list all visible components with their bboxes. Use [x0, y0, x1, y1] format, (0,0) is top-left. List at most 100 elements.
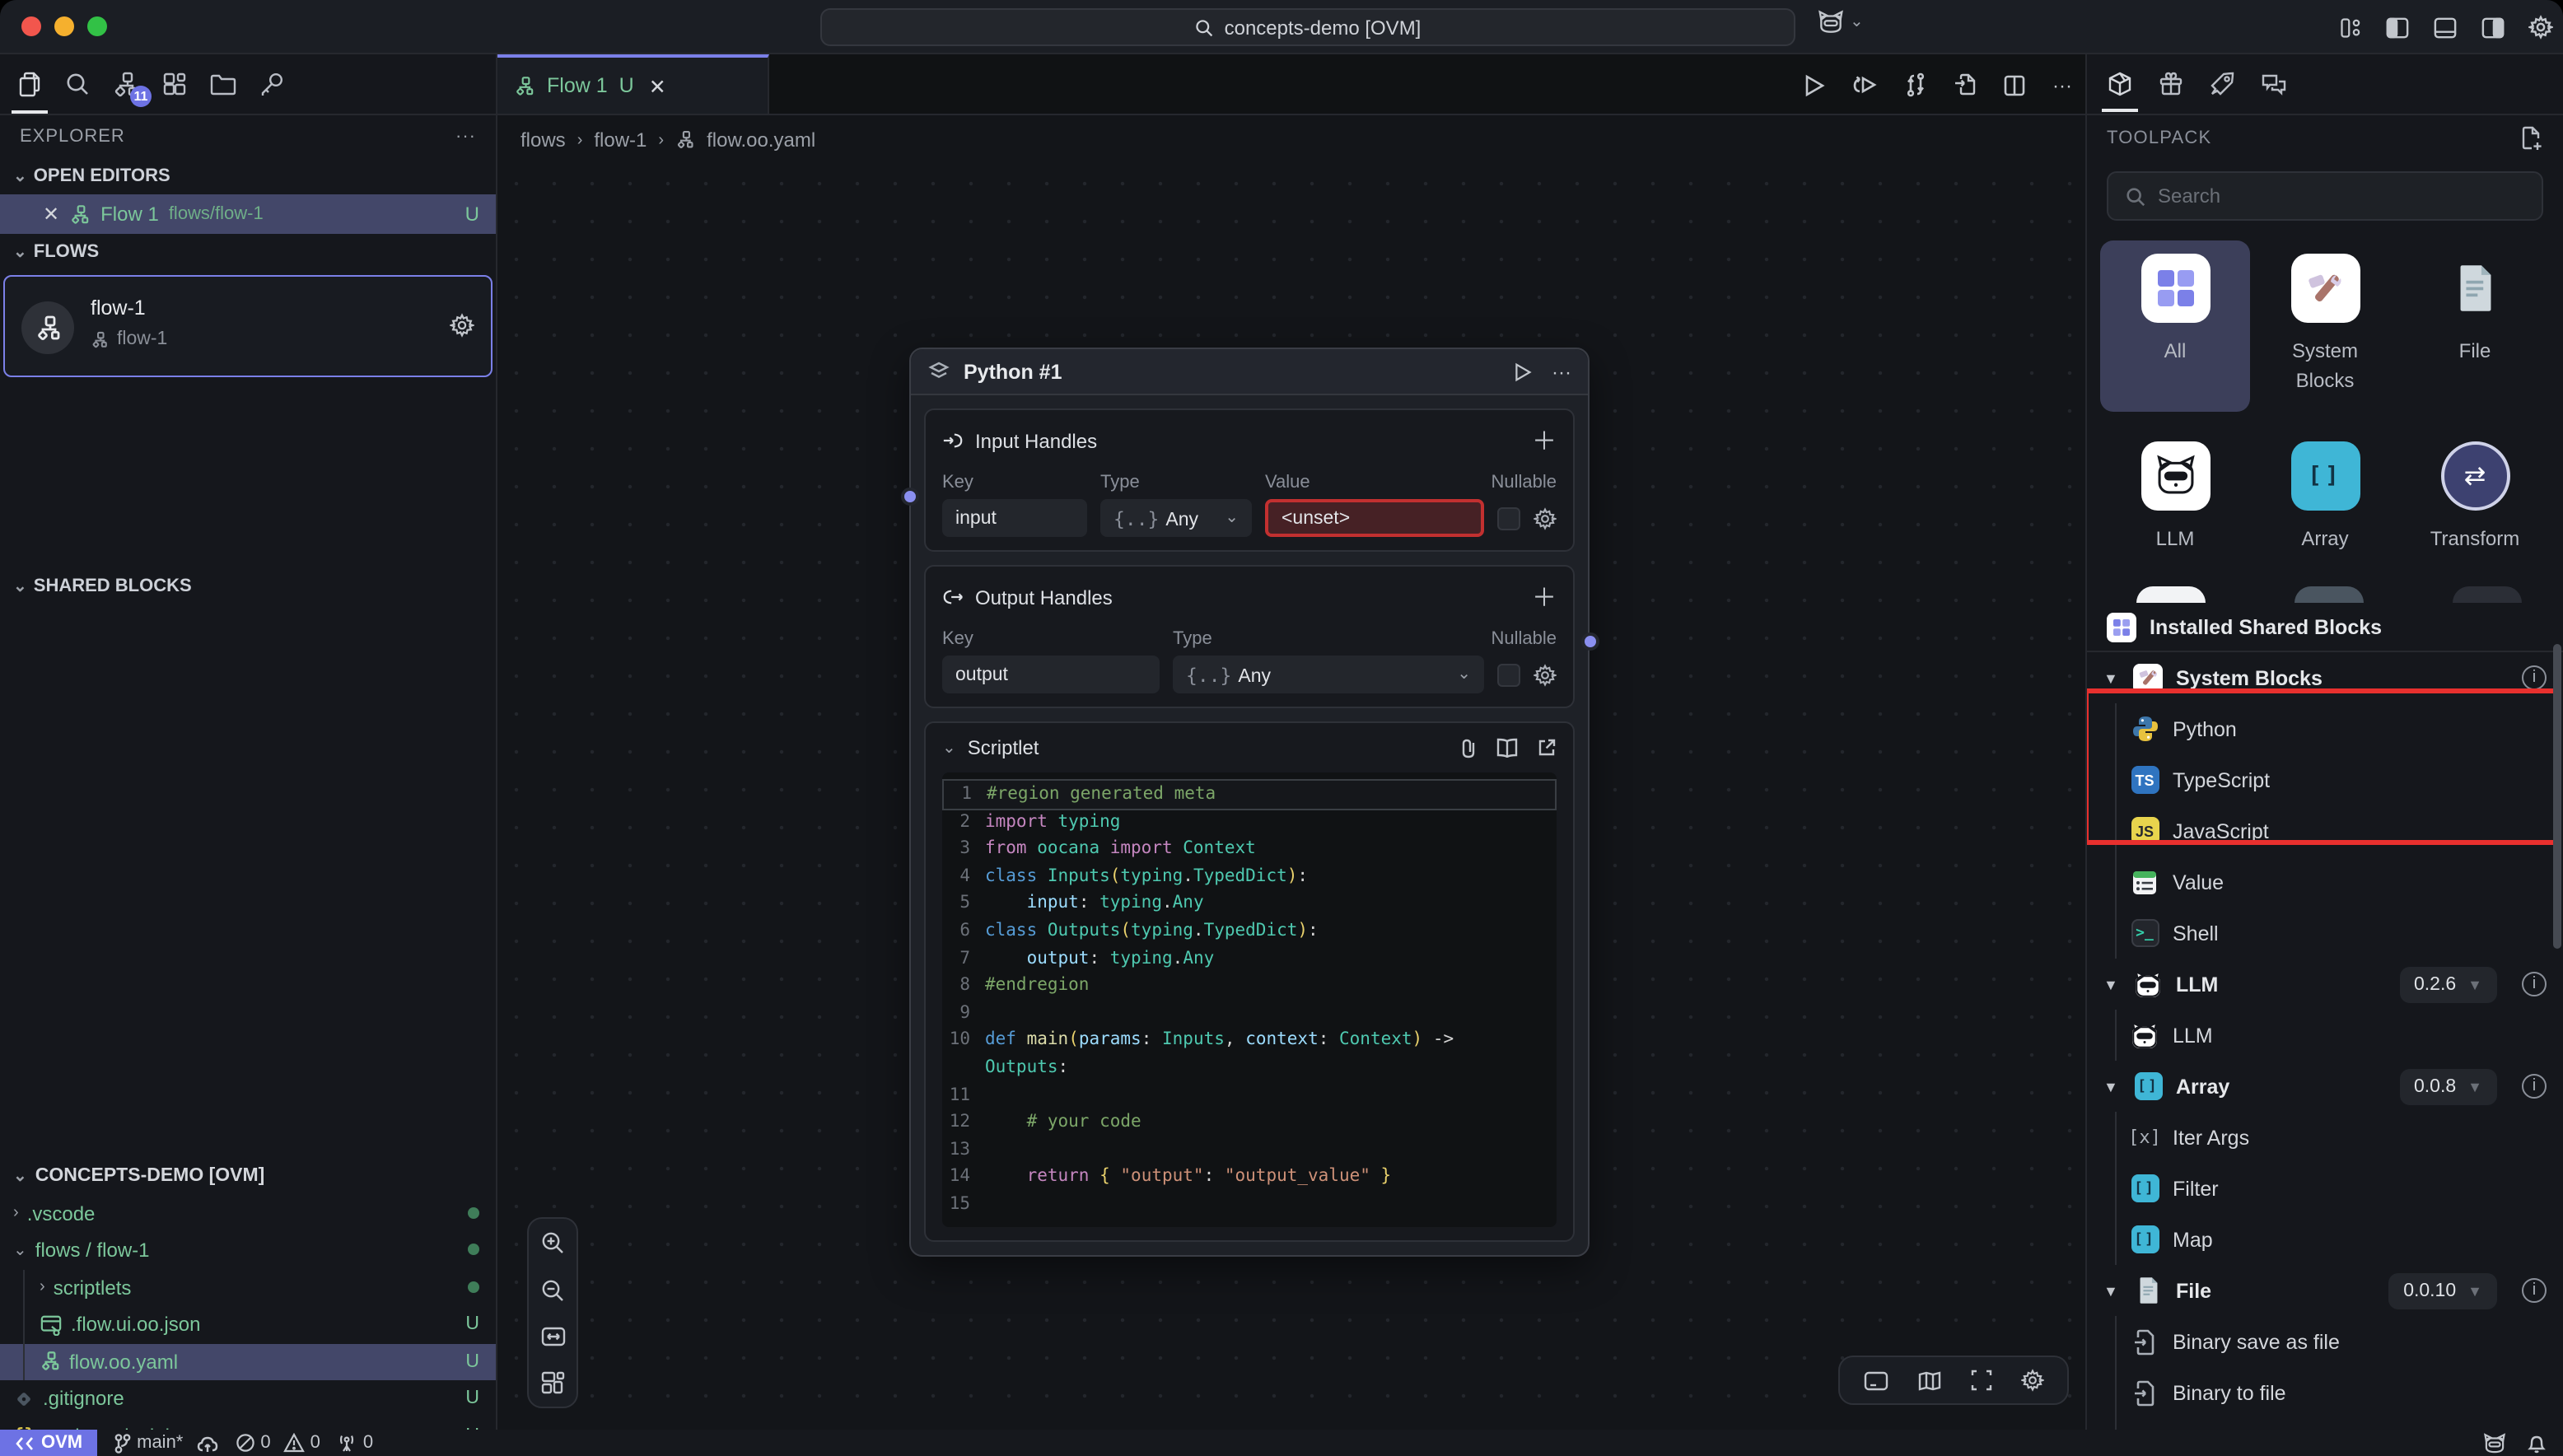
python-node[interactable]: Python #1 ··· Input Handles ＋ Key Type [909, 348, 1590, 1256]
open-editor-row[interactable]: ✕ Flow 1 flows/flow-1 U [0, 194, 496, 234]
version-select[interactable]: 0.0.8▼ [2399, 1068, 2497, 1104]
flow-card-gear-icon[interactable] [450, 313, 474, 338]
block-group-system-blocks[interactable]: ▼System Blocksi [2087, 652, 2563, 703]
folder-view-icon[interactable] [209, 72, 237, 96]
block-item-filter[interactable]: []Filter [2087, 1163, 2563, 1214]
breadcrumb-item[interactable]: flows [521, 128, 566, 152]
fit-view-icon[interactable] [1970, 1369, 1993, 1392]
code-line-6[interactable]: 6class Outputs(typing.TypedDict): [942, 917, 1557, 945]
editor-more-icon[interactable]: ··· [2052, 73, 2072, 96]
code-line-14[interactable]: 14 return { "output": "output_value" } [942, 1164, 1557, 1191]
input-type-select[interactable]: {..}Any⌄ [1100, 499, 1252, 537]
code-line-13[interactable]: 13 [942, 1136, 1557, 1163]
assistant-menu-button[interactable]: ⌄ [1817, 10, 1864, 35]
code-line-3[interactable]: 3from oocana import Context [942, 835, 1557, 862]
keys-view-icon[interactable] [259, 71, 285, 97]
canvas-settings-gear-icon[interactable] [2021, 1369, 2044, 1392]
zoom-out-icon[interactable] [540, 1278, 565, 1303]
flow-card[interactable]: flow-1 flow-1 [3, 275, 493, 377]
tree-item-flow-oo-yaml[interactable]: flow.oo.yamlU [0, 1343, 496, 1380]
output-nullable-checkbox[interactable] [1497, 663, 1520, 686]
tab-flow-1[interactable]: Flow 1 U ✕ [497, 54, 769, 114]
block-group-llm[interactable]: ▼LLM0.2.6▼i [2087, 959, 2563, 1010]
toggle-left-sidebar-icon[interactable] [2385, 16, 2410, 39]
category-llm[interactable]: LLM [2100, 428, 2250, 570]
zoom-window-button[interactable] [87, 16, 107, 36]
add-input-handle-icon[interactable]: ＋ [1532, 423, 1557, 458]
code-line-10[interactable]: 10def main(params: Inputs, context: Cont… [942, 1027, 1557, 1081]
close-window-button[interactable] [21, 16, 41, 36]
open-external-icon[interactable] [1537, 737, 1557, 758]
tree-item-scriptlets[interactable]: ›scriptlets [0, 1269, 496, 1306]
toggle-bottom-panel-icon[interactable] [2433, 16, 2458, 39]
zoom-in-icon[interactable] [540, 1230, 565, 1255]
block-item-binary-to-file[interactable]: Binary to file [2087, 1367, 2563, 1418]
toggle-right-sidebar-icon[interactable] [2481, 16, 2505, 39]
feedback-tab-icon[interactable] [2260, 72, 2288, 96]
info-icon[interactable]: i [2522, 1074, 2547, 1099]
output-key-field[interactable]: output [942, 656, 1160, 693]
info-icon[interactable]: i [2522, 972, 2547, 996]
flows-view-icon[interactable]: 11 [112, 70, 140, 98]
explorer-more-icon[interactable]: ··· [455, 127, 476, 147]
rerun-icon[interactable] [1851, 73, 1878, 96]
triangle-down-icon[interactable]: ▼ [2103, 976, 2120, 992]
category-system-blocks[interactable]: SystemBlocks [2250, 240, 2400, 412]
tab-close-icon[interactable]: ✕ [649, 73, 666, 98]
fit-width-icon[interactable] [539, 1326, 566, 1347]
version-select[interactable]: 0.2.6▼ [2399, 966, 2497, 1002]
tree-item--vscode[interactable]: ›.vscode [0, 1195, 496, 1232]
breadcrumb-item[interactable]: flow.oo.yaml [707, 128, 815, 152]
problems-status[interactable]: 00 [236, 1433, 320, 1453]
remote-indicator[interactable]: OVM [0, 1430, 97, 1456]
code-line-11[interactable]: 11 [942, 1081, 1557, 1108]
code-line-9[interactable]: 9 [942, 1000, 1557, 1027]
console-panel-icon[interactable] [1863, 1370, 1889, 1391]
category-transform[interactable]: ⇄Transform [2400, 428, 2550, 570]
settings-gear-icon[interactable] [2528, 15, 2553, 40]
version-select[interactable]: 0.0.10▼ [2388, 1272, 2497, 1309]
code-line-5[interactable]: 5 input: typing.Any [942, 890, 1557, 917]
code-line-2[interactable]: 2import typing [942, 808, 1557, 835]
toggle-run-mode-icon[interactable] [1904, 72, 1927, 97]
block-item-typescript[interactable]: TSTypeScript [2087, 754, 2563, 805]
run-flow-icon[interactable] [1804, 73, 1825, 96]
minimap-icon[interactable] [1917, 1370, 1942, 1391]
project-search-pill[interactable]: concepts-demo [OVM] [820, 8, 1795, 46]
minimize-window-button[interactable] [54, 16, 74, 36]
close-editor-icon[interactable]: ✕ [43, 203, 59, 226]
triangle-down-icon[interactable]: ▼ [2103, 670, 2120, 686]
input-gear-icon[interactable] [1534, 506, 1557, 530]
block-item-llm[interactable]: LLM [2087, 1010, 2563, 1061]
node-output-port[interactable] [1581, 632, 1599, 651]
input-key-field[interactable]: input [942, 499, 1087, 537]
ports-status[interactable]: 0 [337, 1433, 373, 1453]
block-item-map[interactable]: []Map [2087, 1214, 2563, 1265]
shared-blocks-header[interactable]: ⌄ SHARED BLOCKS [0, 568, 496, 604]
explorer-icon[interactable] [16, 70, 43, 98]
block-item-value[interactable]: Value [2087, 856, 2563, 908]
output-gear-icon[interactable] [1534, 663, 1557, 686]
tree-item--gitignore[interactable]: .gitignoreU [0, 1380, 496, 1417]
info-icon[interactable]: i [2522, 1278, 2547, 1303]
output-type-select[interactable]: {..}Any⌄ [1173, 656, 1484, 693]
git-branch-status[interactable]: main* [114, 1432, 219, 1454]
input-value-field[interactable]: <unset> [1265, 499, 1484, 537]
toolpack-search-input[interactable]: Search [2107, 171, 2543, 221]
triangle-down-icon[interactable]: ▼ [2103, 1078, 2120, 1094]
code-line-7[interactable]: 7 output: typing.Any [942, 945, 1557, 972]
code-line-8[interactable]: 8#endregion [942, 972, 1557, 999]
docs-icon[interactable] [1496, 737, 1519, 758]
split-editor-icon[interactable] [2003, 73, 2026, 96]
block-item-python[interactable]: Python [2087, 703, 2563, 754]
category-all[interactable]: All [2100, 240, 2250, 412]
auto-layout-icon[interactable] [540, 1370, 565, 1395]
info-icon[interactable]: i [2522, 665, 2547, 690]
node-input-port[interactable] [901, 488, 919, 506]
block-group-file[interactable]: ▼File0.0.10▼i [2087, 1265, 2563, 1316]
open-editors-header[interactable]: ⌄ OPEN EDITORS [0, 158, 496, 194]
category-file[interactable]: File [2400, 240, 2550, 412]
python-node-header[interactable]: Python #1 ··· [911, 349, 1588, 395]
add-output-handle-icon[interactable]: ＋ [1532, 580, 1557, 614]
scriptlet-code-editor[interactable]: 1#region generated meta2import typing3fr… [942, 772, 1557, 1226]
